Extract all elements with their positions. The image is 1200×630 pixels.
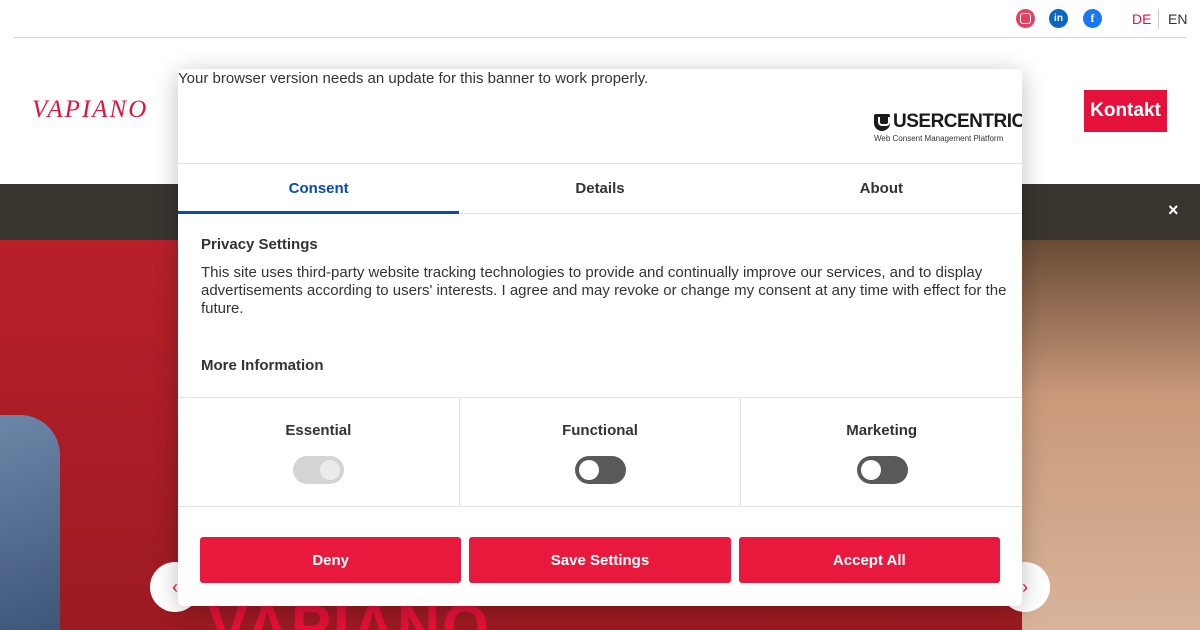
marketing-toggle[interactable] [856, 456, 908, 484]
lang-de-link[interactable]: DE [1132, 11, 1151, 27]
category-essential: Essential [178, 398, 460, 506]
linkedin-icon[interactable]: in [1049, 9, 1068, 28]
deny-button[interactable]: Deny [200, 537, 462, 583]
save-settings-button[interactable]: Save Settings [469, 537, 731, 583]
tab-consent[interactable]: Consent [178, 164, 460, 214]
lang-divider [1158, 9, 1159, 29]
close-icon[interactable]: × [1168, 200, 1179, 221]
privacy-description: This site uses third-party website track… [201, 264, 1007, 317]
category-functional: Functional [460, 398, 742, 506]
category-label: Marketing [846, 422, 918, 439]
consent-tabs: Consent Details About [178, 163, 1022, 214]
category-label: Functional [562, 422, 638, 439]
privacy-settings-title: Privacy Settings [201, 236, 318, 253]
tab-about[interactable]: About [741, 164, 1022, 213]
category-marketing: Marketing [741, 398, 1022, 506]
lang-en-link[interactable]: EN [1168, 11, 1187, 27]
browser-warning: Your browser version needs an update for… [178, 70, 649, 87]
consent-dialog: Your browser version needs an update for… [178, 69, 1022, 606]
vapiano-logo[interactable]: VAPIANO [32, 96, 148, 124]
accept-all-button[interactable]: Accept All [738, 537, 1000, 583]
top-bar: in f DE EN [0, 0, 1200, 38]
provider-subtitle: Web Consent Management Platform [874, 134, 1004, 143]
category-label: Essential [285, 422, 352, 439]
hero-image-right [1022, 240, 1200, 630]
instagram-icon[interactable] [1016, 9, 1035, 28]
functional-toggle[interactable] [575, 456, 626, 484]
provider-brand: USERCENTRICS [893, 111, 1022, 132]
consent-actions: Deny Save Settings Accept All [200, 537, 1000, 583]
shield-icon [874, 113, 890, 131]
hero-image-left [0, 415, 60, 630]
kontakt-button[interactable]: Kontakt [1084, 90, 1167, 132]
essential-toggle [293, 456, 345, 484]
topbar-divider [14, 37, 1186, 38]
usercentrics-logo: USERCENTRICS Web Consent Management Plat… [874, 111, 1022, 143]
facebook-icon[interactable]: f [1083, 9, 1102, 28]
consent-categories: Essential Functional Marketing [178, 397, 1022, 507]
more-information-link[interactable]: More Information [201, 357, 324, 374]
tab-details[interactable]: Details [459, 164, 740, 213]
